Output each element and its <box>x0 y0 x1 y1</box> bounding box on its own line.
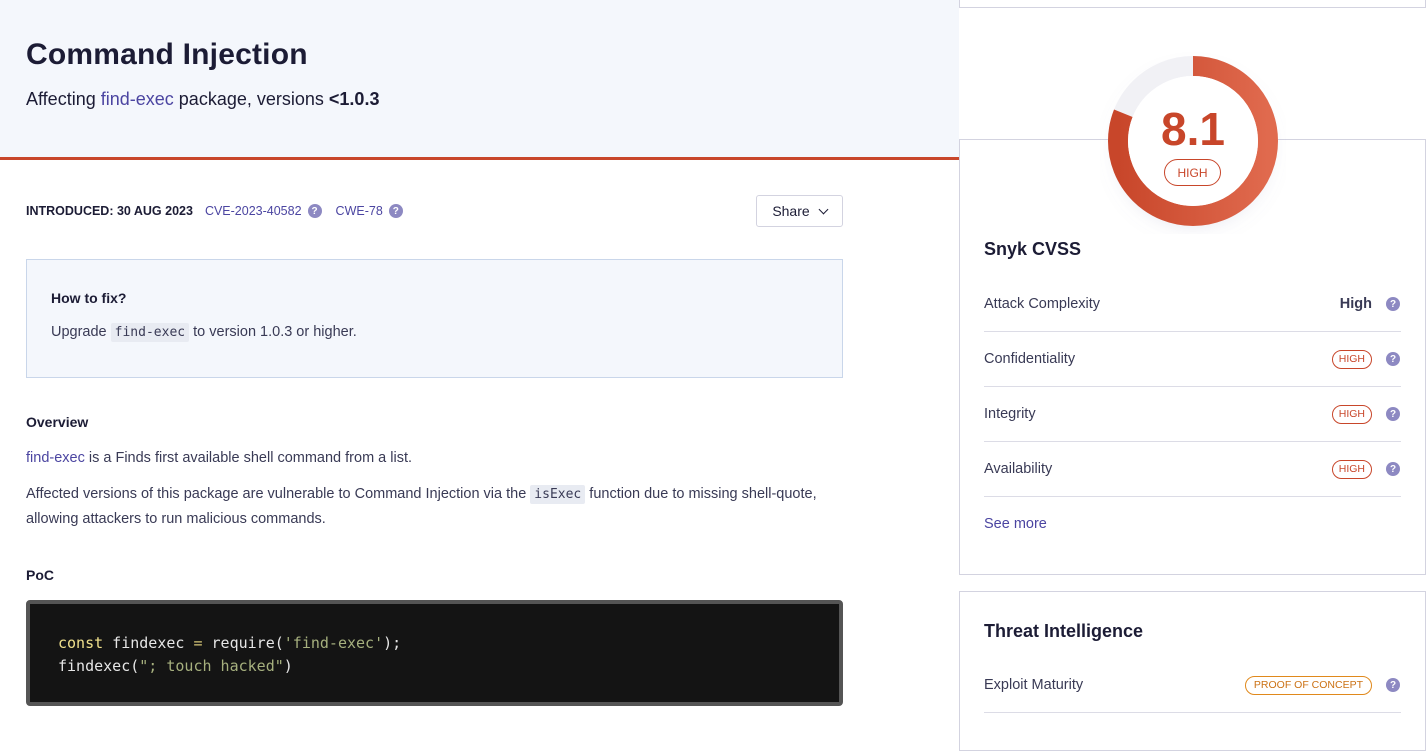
threat-title: Threat Intelligence <box>984 621 1144 641</box>
share-label: Share <box>772 203 810 219</box>
cvss-score-gauge: 8.1 HIGH <box>1100 48 1286 234</box>
severity-pill: HIGH <box>1331 404 1372 424</box>
code-text: require( <box>202 634 284 652</box>
chevron-down-icon <box>818 204 829 214</box>
help-icon[interactable]: ? <box>307 204 322 218</box>
how-to-fix-text: Upgrade find-exec to version 1.0.3 or hi… <box>51 323 357 342</box>
overview-p1-text: is a Finds first available shell command… <box>84 450 413 466</box>
code-string: 'find-exec' <box>283 634 384 652</box>
code-operator: = <box>193 634 203 652</box>
cvss-row-availability: Availability HIGH ? <box>984 442 1401 497</box>
row-label: Integrity <box>984 406 1036 422</box>
fix-package-code: find-exec <box>110 323 190 342</box>
row-value: High <box>1339 296 1372 312</box>
vuln-header: Command Injection Affecting find-exec pa… <box>0 0 959 160</box>
fix-post: to version 1.0.3 or higher. <box>193 324 357 340</box>
fix-pre: Upgrade <box>51 324 107 340</box>
code-text: ) <box>283 657 293 675</box>
cvss-row-attack-complexity: Attack Complexity High ? <box>984 277 1401 332</box>
row-label: Confidentiality <box>984 351 1076 367</box>
threat-row-exploit-maturity: Exploit Maturity PROOF OF CONCEPT ? <box>984 658 1401 713</box>
severity-badge: HIGH <box>1164 159 1221 186</box>
help-icon[interactable]: ? <box>1386 297 1400 311</box>
code-text: findexec <box>103 634 194 652</box>
vuln-meta: INTRODUCED: 30 AUG 2023 CVE-2023-40582 ?… <box>26 204 411 218</box>
code-keyword: const <box>58 634 104 652</box>
cvss-title: Snyk CVSS <box>984 239 1082 259</box>
how-to-fix-heading: How to fix? <box>51 290 127 306</box>
help-icon[interactable]: ? <box>388 204 403 218</box>
cvss-score: 8.1 <box>1161 103 1225 155</box>
row-label: Attack Complexity <box>984 296 1101 312</box>
top-card-edge <box>959 0 1426 8</box>
code-lines: const findexec = require('find-exec'); f… <box>58 632 401 678</box>
affect-middle: package, versions <box>178 89 324 109</box>
page-title: Command Injection <box>26 38 308 71</box>
see-more-link[interactable]: See more <box>984 516 1047 532</box>
cwe-link[interactable]: CWE-78 <box>336 204 383 218</box>
package-link[interactable]: find-exec <box>26 450 85 466</box>
cvss-row-integrity: Integrity HIGH ? <box>984 387 1401 442</box>
affected-versions: <1.0.3 <box>328 89 380 109</box>
cvss-row-confidentiality: Confidentiality HIGH ? <box>984 332 1401 387</box>
function-code: isExec <box>530 485 586 504</box>
help-icon[interactable]: ? <box>1386 462 1400 476</box>
how-to-fix-box: How to fix? Upgrade find-exec to version… <box>26 259 843 378</box>
help-icon[interactable]: ? <box>1386 407 1400 421</box>
poc-heading: PoC <box>26 567 54 583</box>
severity-pill: HIGH <box>1331 349 1372 369</box>
affected-line: Affecting find-exec package, versions <1… <box>26 89 379 110</box>
code-text: ); <box>383 634 402 652</box>
maturity-pill: PROOF OF CONCEPT <box>1244 675 1372 695</box>
overview-paragraph-2: Affected versions of this package are vu… <box>26 482 826 532</box>
help-icon[interactable]: ? <box>1386 352 1400 366</box>
cve-link[interactable]: CVE-2023-40582 <box>205 204 302 218</box>
code-string: "; touch hacked" <box>139 657 284 675</box>
overview-heading: Overview <box>26 414 89 430</box>
row-label: Exploit Maturity <box>984 677 1084 693</box>
help-icon[interactable]: ? <box>1386 678 1400 692</box>
threat-intelligence-card: Threat Intelligence Exploit Maturity PRO… <box>959 591 1426 751</box>
introduced-date: INTRODUCED: 30 AUG 2023 <box>26 204 193 218</box>
overview-paragraph-1: find-exec is a Finds first available she… <box>26 446 826 471</box>
overview-p2-pre: Affected versions of this package are vu… <box>26 486 531 502</box>
affect-prefix: Affecting <box>26 89 96 109</box>
package-link[interactable]: find-exec <box>101 89 174 109</box>
poc-code-block: const findexec = require('find-exec'); f… <box>26 600 843 706</box>
share-button[interactable]: Share <box>756 195 843 227</box>
code-text: findexec( <box>58 657 140 675</box>
severity-pill: HIGH <box>1331 459 1372 479</box>
row-label: Availability <box>984 461 1053 477</box>
